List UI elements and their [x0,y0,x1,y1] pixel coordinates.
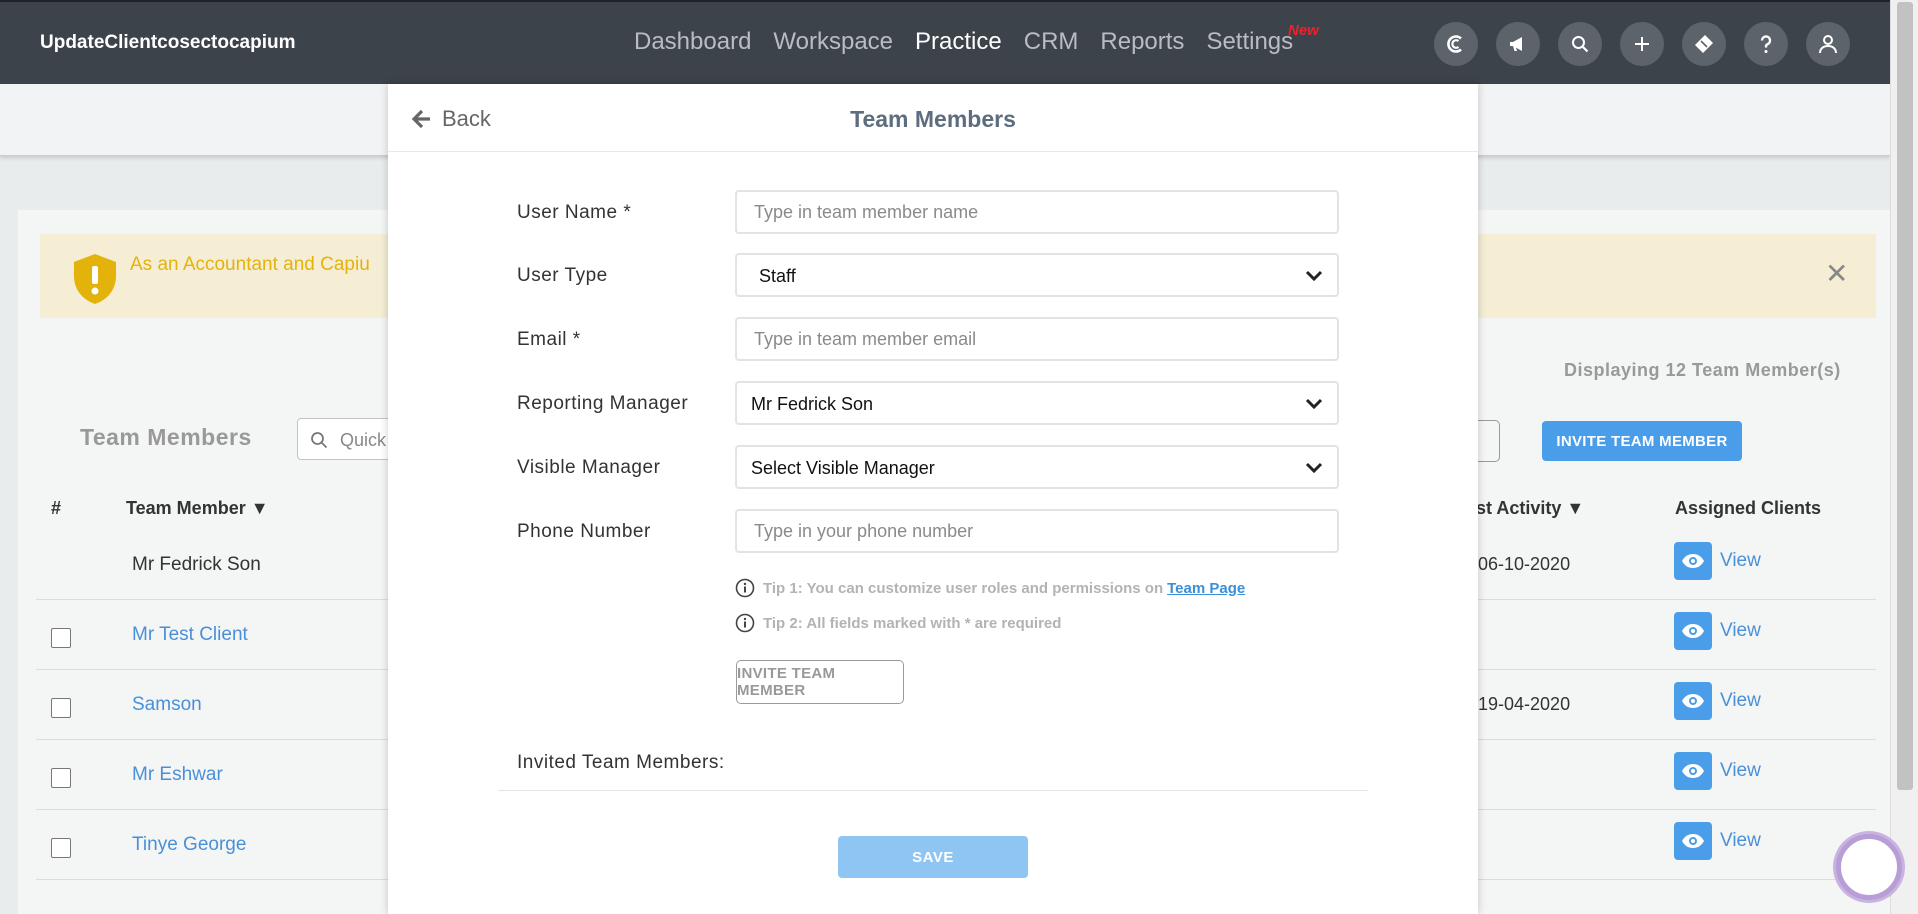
col-assigned-clients: Assigned Clients [1675,498,1822,518]
nav-dashboard[interactable]: Dashboard [634,28,751,56]
user-type-value: Staff [759,266,796,286]
member-count: Displaying 12 Team Member(s) [1564,360,1841,380]
col-number: # [51,498,62,518]
tip-1: Tip 1: You can customize user roles and … [735,578,1245,598]
alert-text: As an Accountant and Capiu [130,254,370,275]
view-link[interactable]: View [1720,760,1761,782]
view-eye-button[interactable] [1674,542,1712,580]
row-checkbox[interactable] [51,838,71,858]
shield-warning-icon [74,254,116,304]
phone-input[interactable] [735,509,1339,553]
email-label: Email * [517,329,581,350]
tip-2: Tip 2: All fields marked with * are requ… [735,613,1061,633]
username-label: User Name * [517,202,632,223]
row-checkbox[interactable] [51,628,71,648]
member-name-link[interactable]: Tinye George [132,834,246,856]
user-icon[interactable] [1806,22,1850,66]
member-name-link[interactable]: Mr Eshwar [132,764,223,786]
chat-widget-button[interactable] [1836,834,1902,900]
nav-reports[interactable]: Reports [1100,28,1184,56]
view-link[interactable]: View [1720,830,1761,852]
capium-logo-icon[interactable] [1434,22,1478,66]
info-icon [735,613,755,633]
view-link[interactable]: View [1720,550,1761,572]
team-page-link[interactable]: Team Page [1167,580,1245,597]
modal-header: Back Team Members [388,84,1478,152]
divider [498,790,1368,791]
ticket-icon[interactable] [1682,22,1726,66]
view-link[interactable]: View [1720,620,1761,642]
row-checkbox[interactable] [51,698,71,718]
team-members-modal: Back Team Members User Name * User Type … [388,84,1478,914]
phone-label: Phone Number [517,521,651,542]
nav-workspace[interactable]: Workspace [773,28,893,56]
invite-team-member-button[interactable]: INVITE TEAM MEMBER [1542,421,1742,461]
view-link[interactable]: View [1720,690,1761,712]
visible-manager-value: Select Visible Manager [751,458,935,478]
search-icon[interactable] [1558,22,1602,66]
member-name: Mr Fedrick Son [132,554,261,575]
eye-icon [1682,764,1704,778]
modal-title: Team Members [850,106,1016,132]
search-icon [311,432,328,449]
eye-icon [1682,694,1704,708]
plus-icon[interactable] [1620,22,1664,66]
username-input[interactable] [735,190,1339,234]
eye-icon [1682,554,1704,568]
eye-icon [1682,834,1704,848]
member-name-link[interactable]: Mr Test Client [132,624,248,646]
close-icon[interactable]: ✕ [1825,260,1848,288]
chevron-down-icon [1305,398,1323,410]
page-scrollbar[interactable] [1890,0,1918,914]
col-team-member[interactable]: Team Member ▼ [126,498,269,519]
new-badge: New [1288,22,1319,39]
visible-manager-label: Visible Manager [517,457,661,478]
scrollbar-thumb[interactable] [1897,2,1913,790]
nav-icon-group [1434,22,1850,66]
search-placeholder: Quick [340,430,387,450]
user-type-label: User Type [517,265,608,286]
email-input[interactable] [735,317,1339,361]
megaphone-icon[interactable] [1496,22,1540,66]
view-eye-button[interactable] [1674,682,1712,720]
reporting-manager-label: Reporting Manager [517,393,689,414]
chevron-down-icon [1305,270,1323,282]
reporting-manager-select[interactable]: Mr Fedrick Son [735,381,1339,425]
nav-crm[interactable]: CRM [1024,28,1079,56]
view-eye-button[interactable] [1674,612,1712,650]
view-eye-button[interactable] [1674,752,1712,790]
user-type-select[interactable]: Staff [735,253,1339,297]
brand-name[interactable]: UpdateClientcosectocapium [40,32,296,54]
reporting-manager-value: Mr Fedrick Son [751,394,874,414]
info-icon [735,578,755,598]
visible-manager-select[interactable]: Select Visible Manager [735,445,1339,489]
main-nav: Dashboard Workspace Practice CRM Reports… [634,28,1293,56]
eye-icon [1682,624,1704,638]
chevron-down-icon [1305,462,1323,474]
invite-team-member-button[interactable]: INVITE TEAM MEMBER [736,660,904,704]
help-icon[interactable] [1744,22,1788,66]
last-activity-date: 06-10-2020 [1478,554,1571,574]
member-name-link[interactable]: Samson [132,694,202,716]
section-title: Team Members [80,424,252,450]
last-activity-date: 19-04-2020 [1478,694,1571,714]
view-eye-button[interactable] [1674,822,1712,860]
invited-team-members-label: Invited Team Members: [517,752,725,773]
col-last-activity[interactable]: ast Activity ▼ [1466,498,1584,519]
tip-1-text: Tip 1: You can customize user roles and … [763,579,1164,597]
nav-settings[interactable]: Settings [1206,28,1293,56]
top-navbar: UpdateClientcosectocapium Dashboard Work… [0,0,1918,84]
tip-2-text: Tip 2: All fields marked with * are requ… [763,614,1062,632]
save-button[interactable]: SAVE [838,836,1028,878]
nav-practice[interactable]: Practice [915,28,1002,56]
row-checkbox[interactable] [51,768,71,788]
